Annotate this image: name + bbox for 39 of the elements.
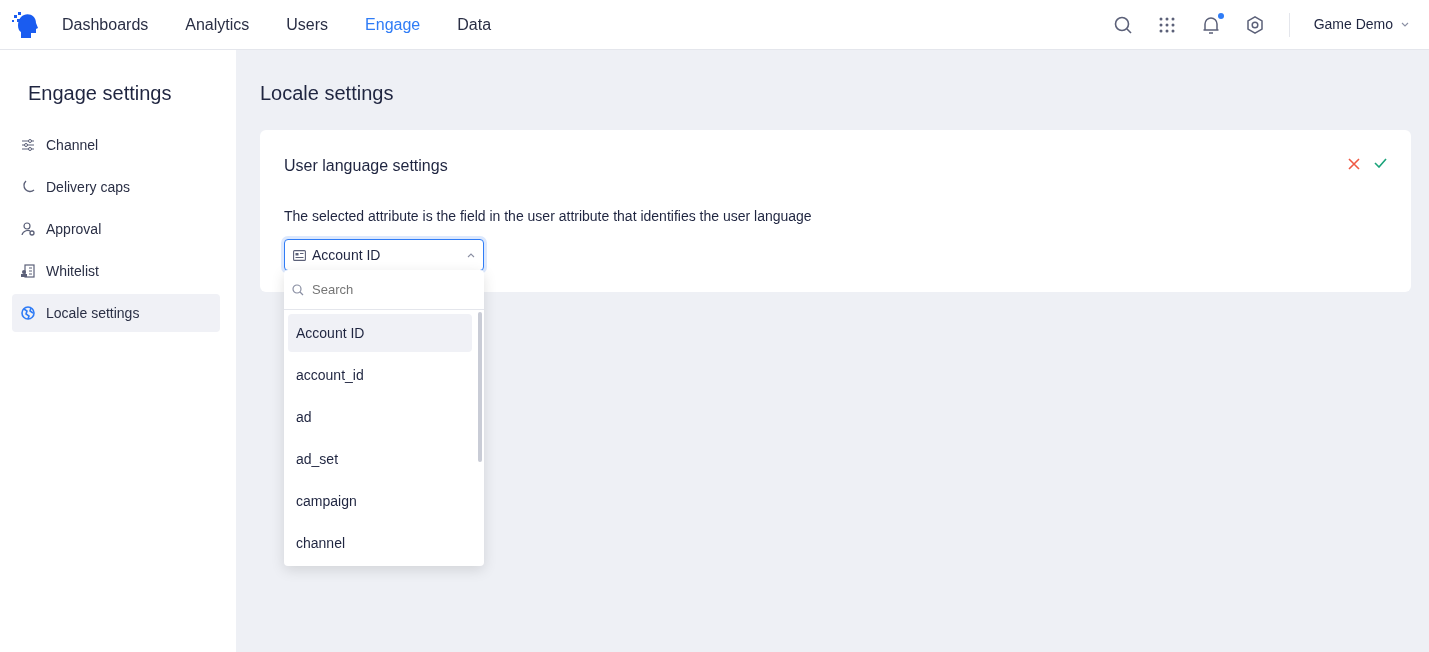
- confirm-button[interactable]: [1374, 158, 1387, 170]
- description-text: The selected attribute is the field in the user attribute that identifies the user language: [284, 207, 813, 226]
- brain-head-logo: [12, 10, 38, 39]
- sidebar-item[interactable]: Delivery caps: [12, 168, 220, 206]
- sidebar-item[interactable]: Approval: [12, 210, 220, 248]
- dropdown-option[interactable]: campaign: [288, 482, 472, 520]
- nav-tab[interactable]: Data: [457, 12, 492, 37]
- user-gear-icon: [20, 221, 36, 237]
- attribute-select[interactable]: Account ID: [284, 239, 484, 271]
- scrollbar-thumb[interactable]: [478, 312, 482, 462]
- id-card-icon: [293, 249, 306, 261]
- contact-list-icon: [20, 263, 36, 279]
- card-title: User language settings: [284, 156, 448, 176]
- sidebar-item[interactable]: Channel: [12, 126, 220, 164]
- dropdown-option[interactable]: channel: [288, 524, 472, 562]
- sidebar-item[interactable]: Whitelist: [12, 252, 220, 290]
- dropdown-option[interactable]: ad: [288, 398, 472, 436]
- dropdown-option[interactable]: ad_set: [288, 440, 472, 478]
- cancel-button[interactable]: [1348, 158, 1360, 170]
- dropdown-option[interactable]: Account ID: [288, 314, 472, 352]
- moon-icon: [20, 179, 36, 195]
- close-icon: [1348, 158, 1360, 170]
- nav-tab[interactable]: Analytics: [185, 12, 250, 37]
- search-icon: [292, 283, 304, 296]
- dropdown-option[interactable]: account_id: [288, 356, 472, 394]
- sidebar-title: Engage settings: [28, 81, 173, 106]
- nav-tab[interactable]: Engage: [365, 12, 421, 37]
- project-dropdown[interactable]: Game Demo: [1313, 14, 1409, 35]
- checkmark-icon: [1374, 158, 1387, 168]
- nav-tab[interactable]: Users: [286, 12, 329, 37]
- page-title: Locale settings: [260, 81, 395, 106]
- sliders-icon: [20, 137, 36, 153]
- chevron-up-icon: [467, 252, 475, 258]
- nav-tab[interactable]: Dashboards: [62, 12, 149, 37]
- chevron-down-icon: [1401, 22, 1409, 27]
- globe-icon: [20, 305, 36, 321]
- search-icon[interactable]: [1112, 14, 1133, 35]
- sidebar-item[interactable]: Locale settings: [12, 294, 220, 332]
- settings-icon[interactable]: [1244, 14, 1265, 35]
